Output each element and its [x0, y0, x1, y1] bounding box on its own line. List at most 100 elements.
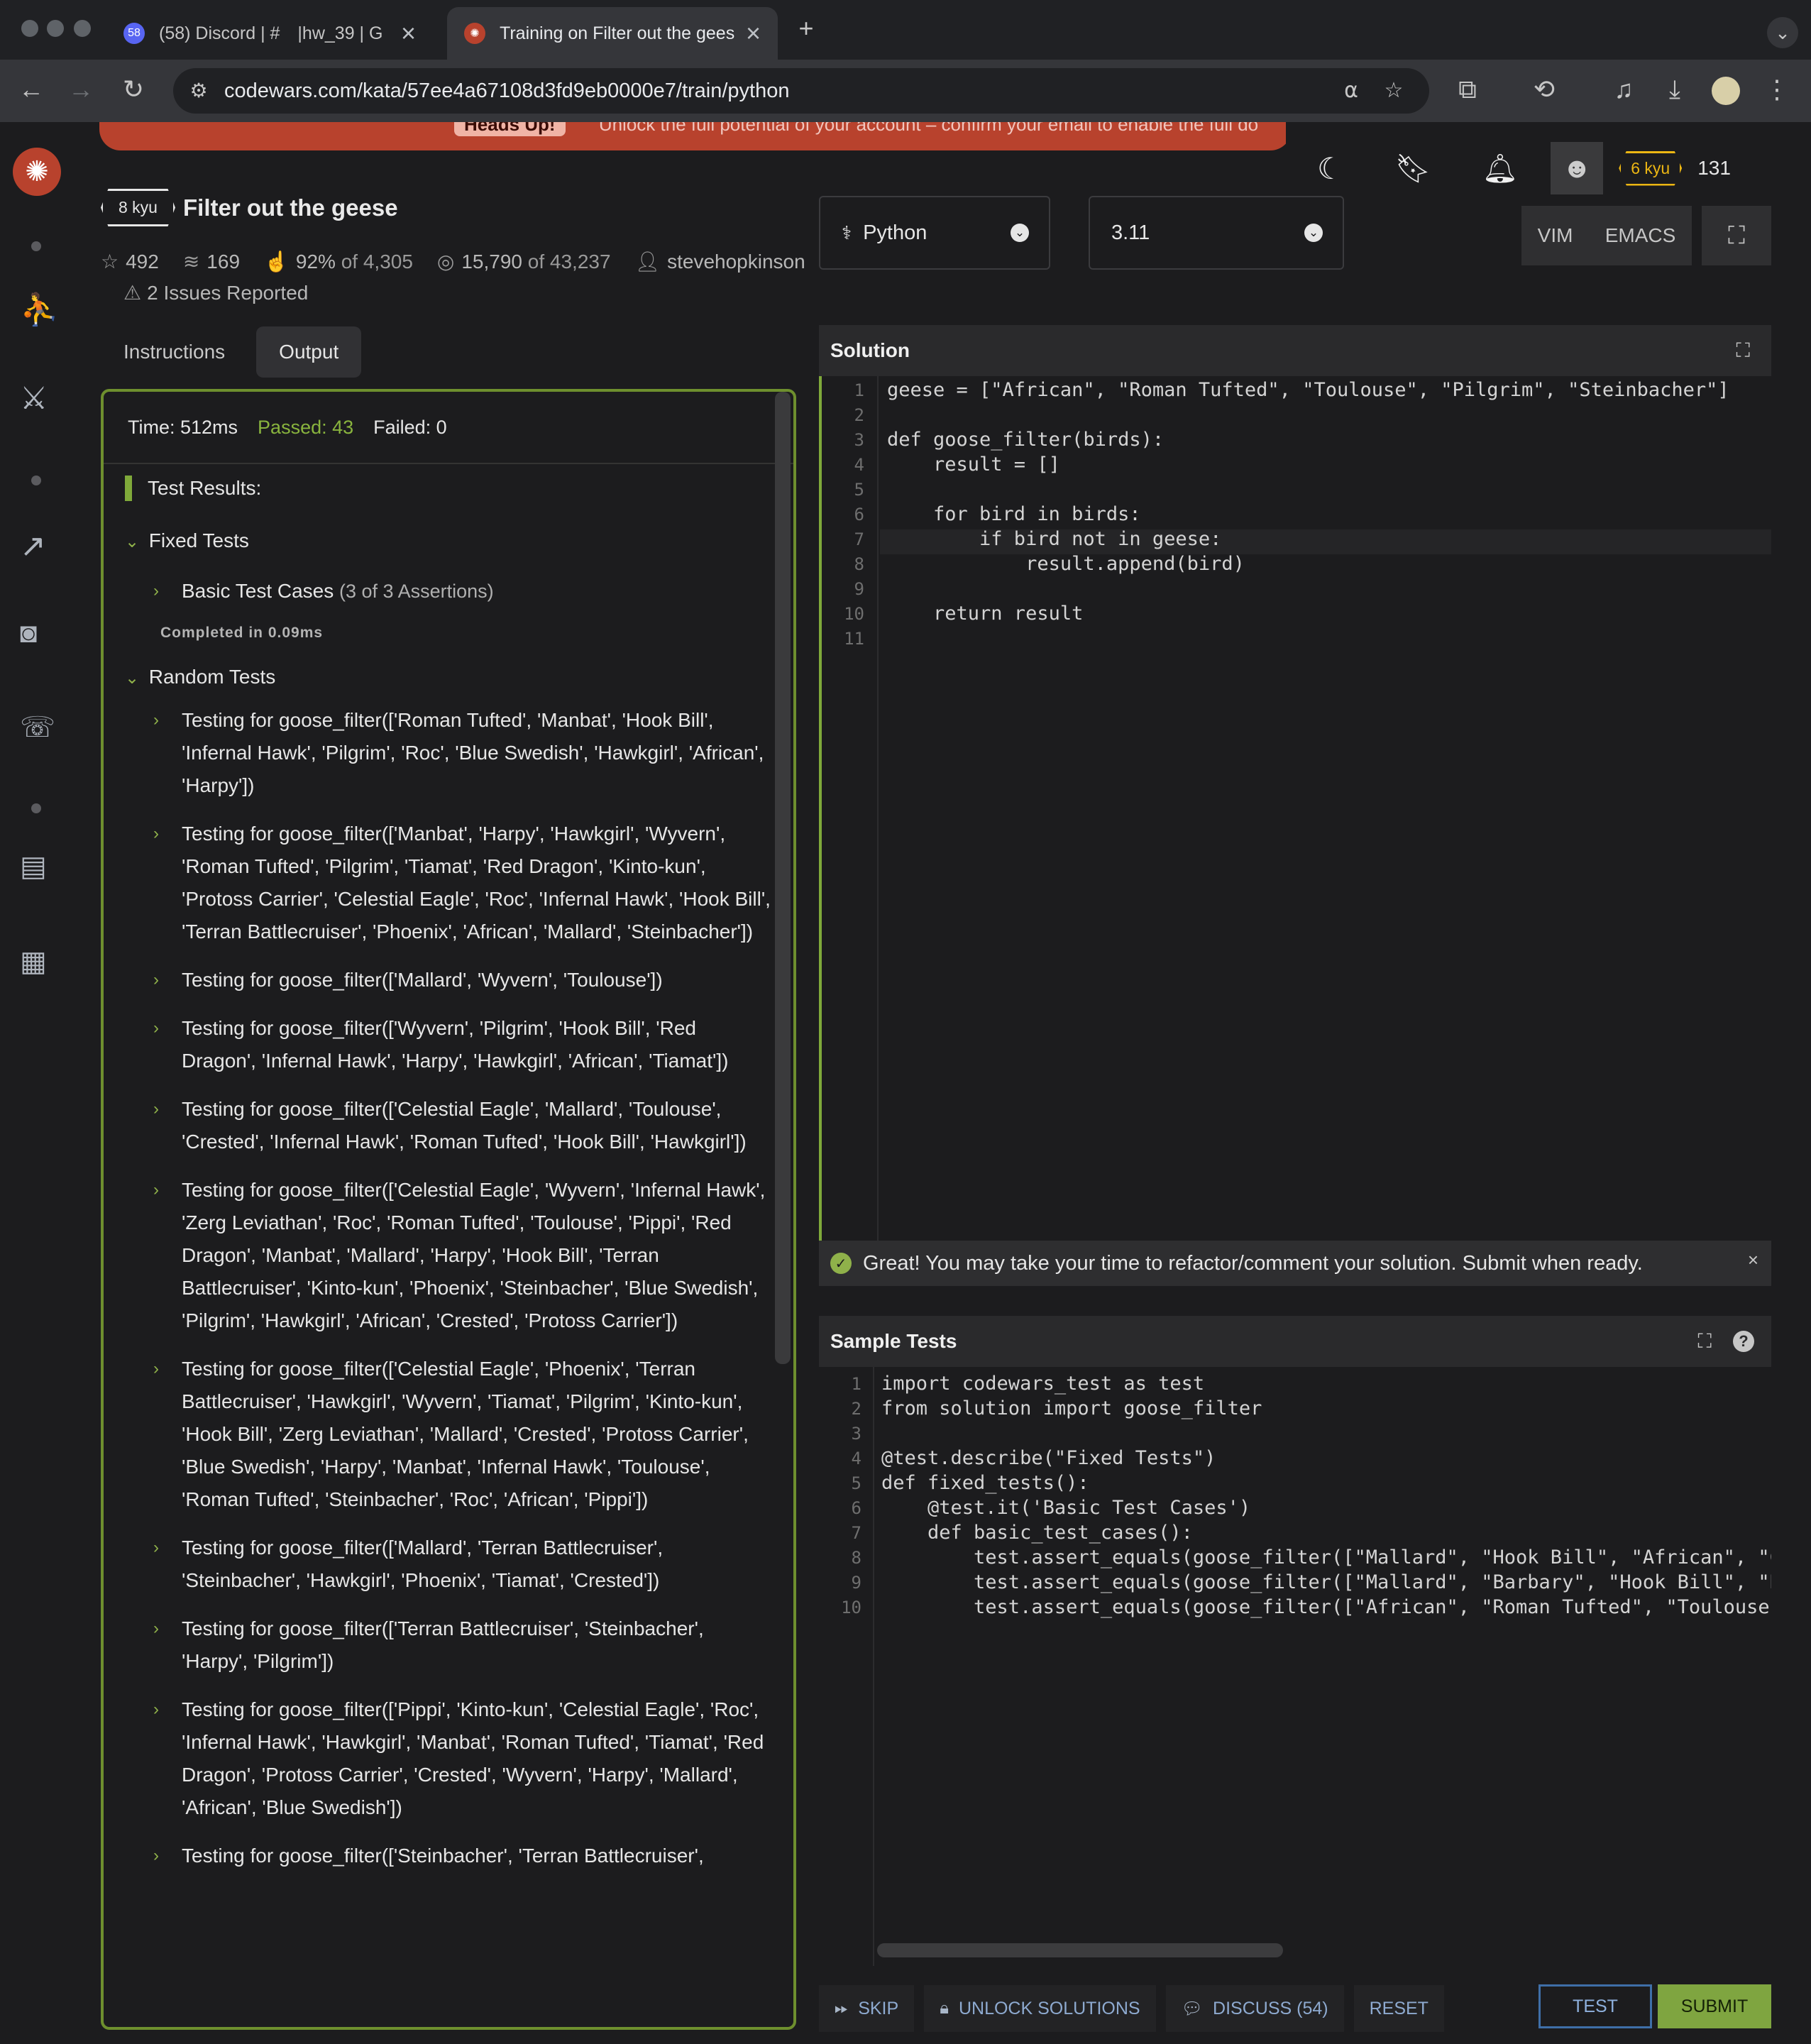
line-number: 10 [841, 1598, 862, 1617]
chat-icon[interactable]: ☏ [20, 711, 55, 745]
user-avatar[interactable]: ☻ [1551, 142, 1604, 194]
random-test-case[interactable]: › Testing for goose_filter(['Wyvern', 'Pi… [153, 1012, 771, 1077]
line-number: 2 [854, 405, 864, 425]
random-test-case[interactable]: › Testing for goose_filter(['Terran Battl… [153, 1612, 771, 1678]
line-number: 8 [851, 1548, 862, 1568]
random-tests-group[interactable]: ⌄ Random Tests [125, 666, 771, 688]
notifications-bell-icon[interactable]: 🔔︎ [1482, 152, 1518, 185]
window-minimize-button[interactable] [47, 20, 64, 37]
tab-output[interactable]: Output [256, 326, 362, 378]
tab-discord[interactable]: 58 (58) Discord | # |hw_39 | G × [106, 7, 433, 60]
profile-avatar[interactable] [1712, 77, 1740, 105]
line-number: 3 [854, 430, 864, 450]
random-test-case[interactable]: › Testing for goose_filter(['Roman Tufted… [153, 704, 771, 802]
discord-icon[interactable]: ◙ [20, 617, 54, 652]
leaderboard-icon[interactable]: ↗ [20, 528, 54, 564]
address-bar[interactable]: ⚙ codewars.com/kata/57ee4a67108d3fd9eb00… [173, 68, 1429, 114]
close-icon[interactable]: × [1748, 1249, 1758, 1271]
language-select[interactable]: ⚕ Python ⌄ [819, 196, 1050, 270]
blog-icon[interactable]: ▦ [20, 945, 54, 979]
basic-test-case[interactable]: › Basic Test Cases (3 of 3 Assertions) [153, 575, 771, 608]
translate-icon[interactable]: ⍺ [1337, 78, 1365, 104]
tab-close-icon[interactable]: × [401, 18, 416, 48]
completed-stat: ◎ 15,790 of 43,237 [437, 250, 611, 273]
discuss-label: DISCUSS (54) [1213, 1998, 1328, 2018]
random-test-case[interactable]: › Testing for goose_filter(['Mallard', 'T… [153, 1532, 771, 1597]
window-close-button[interactable] [21, 20, 38, 37]
sample-tests-editor[interactable]: 1 2 3 4 5 6 7 8 9 10 import codewars_tes… [819, 1367, 1771, 1966]
chevron-right-icon: › [153, 1700, 159, 1719]
random-test-case[interactable]: › Testing for goose_filter(['Mallard', 'W… [153, 964, 771, 996]
tab-instructions[interactable]: Instructions [101, 326, 248, 378]
random-test-case[interactable]: › Testing for goose_filter(['Pippi', 'Kin… [153, 1693, 771, 1824]
reset-button[interactable]: RESET [1353, 1985, 1444, 2032]
success-notice: ✓ Great! You may take your time to refac… [819, 1241, 1771, 1286]
skip-label: SKIP [858, 1998, 899, 2018]
dark-mode-moon-icon[interactable]: ☾ [1317, 151, 1344, 186]
window-zoom-button[interactable] [74, 20, 91, 37]
satisfaction-value: 92% [295, 251, 336, 273]
code-line: import codewars_test as test [881, 1373, 1205, 1395]
submit-button[interactable]: SUBMIT [1658, 1984, 1771, 2028]
version-select[interactable]: 3.11 ⌄ [1089, 196, 1344, 270]
horizontal-scrollbar[interactable] [877, 1943, 1283, 1957]
failed-count: Failed: 0 [373, 416, 447, 438]
site-settings-icon[interactable]: ⚙ [185, 78, 213, 104]
skip-button[interactable]: ⏩︎ SKIP [819, 1985, 915, 2032]
run-time: Time: 512ms [128, 416, 238, 438]
random-tests-label: Random Tests [148, 666, 276, 688]
tab-codewars[interactable]: ✺ Training on Filter out the gees × [447, 7, 778, 60]
language-value: Python [863, 221, 927, 244]
completed-count: 15,790 [461, 251, 522, 273]
random-test-case[interactable]: › Testing for goose_filter(['Celestial Ea… [153, 1093, 771, 1158]
download-icon[interactable]: ⤓ [1661, 77, 1689, 102]
bookmark-star-icon[interactable]: ☆ [1380, 78, 1408, 104]
random-test-case[interactable]: › Testing for goose_filter(['Celestial Ea… [153, 1174, 771, 1337]
codewars-favicon: ✺ [464, 23, 485, 44]
expand-icon[interactable]: ⛶ [1697, 1330, 1712, 1353]
solution-editor[interactable]: 1 2 3 4 5 6 7 8 9 10 11 geese = ["Africa… [819, 376, 1771, 1241]
test-button[interactable]: TEST [1538, 1984, 1652, 2028]
solution-header: Solution ⛶ [819, 325, 1771, 376]
new-tab-button[interactable]: + [792, 16, 820, 41]
code-line: test.assert_equals(goose_filter(["Mallar… [881, 1546, 1771, 1568]
random-test-case[interactable]: › Testing for goose_filter(['Steinbacher'… [153, 1840, 771, 1872]
line-number: 7 [851, 1523, 862, 1543]
random-test-case[interactable]: › Testing for goose_filter(['Manbat', 'Ha… [153, 818, 771, 948]
banner-text[interactable]: Unlock the full potential of your accoun… [599, 122, 1258, 135]
chevron-down-icon: ⌄ [1304, 224, 1323, 242]
history-icon[interactable]: ⟲ [1530, 77, 1558, 102]
codewars-logo[interactable]: ✺ [13, 148, 61, 196]
random-test-case[interactable]: › Testing for goose_filter(['Celestial Ea… [153, 1353, 771, 1516]
media-controls-icon[interactable]: ♫ [1609, 77, 1638, 102]
chevron-down-icon: ⌄ [125, 669, 140, 688]
forward-arrow-icon[interactable]: → [67, 77, 95, 102]
fixed-tests-group[interactable]: ⌄ Fixed Tests [125, 529, 771, 552]
practice-icon[interactable]: ⚔ [20, 380, 54, 416]
extensions-icon[interactable]: ⧉ [1453, 77, 1482, 102]
help-icon[interactable]: ? [1733, 1331, 1754, 1352]
tab-close-icon[interactable]: × [746, 18, 761, 48]
chevron-right-icon: › [153, 1018, 159, 1038]
fixed-tests-label: Fixed Tests [148, 529, 249, 551]
back-arrow-icon[interactable]: ← [17, 77, 45, 102]
browser-menu-icon[interactable]: ⋮ [1763, 77, 1791, 102]
bookmarks-icon[interactable]: 🔖︎ [1395, 152, 1431, 185]
output-panel: Time: 512ms Passed: 43 Failed: 0 Test Re… [101, 389, 796, 2030]
discuss-button[interactable]: 💬︎ DISCUSS (54) [1165, 1985, 1344, 2032]
docs-book-icon[interactable]: ▤ [20, 850, 54, 884]
vim-mode-button[interactable]: VIM [1538, 224, 1573, 247]
star-icon: ☆ [101, 251, 119, 273]
issues-link[interactable]: ⚠ 2 Issues Reported [123, 281, 308, 304]
fullscreen-icon[interactable]: ⛶ [1702, 206, 1771, 265]
output-scrollbar[interactable] [775, 392, 791, 1364]
author-stat[interactable]: 👤︎ stevehopkinson [635, 250, 805, 273]
train-icon[interactable]: ⛹ [20, 291, 59, 327]
tab-search-chevron-icon[interactable]: ⌄ [1767, 17, 1798, 48]
unlock-solutions-button[interactable]: 🔒︎ UNLOCK SOLUTIONS [924, 1985, 1156, 2032]
expand-icon[interactable]: ⛶ [1736, 339, 1750, 363]
reload-icon[interactable]: ↻ [119, 77, 148, 102]
stars-stat[interactable]: ☆ 492 [101, 250, 159, 273]
emacs-mode-button[interactable]: EMACS [1605, 224, 1676, 247]
code-line: for bird in birds: [887, 503, 1141, 525]
